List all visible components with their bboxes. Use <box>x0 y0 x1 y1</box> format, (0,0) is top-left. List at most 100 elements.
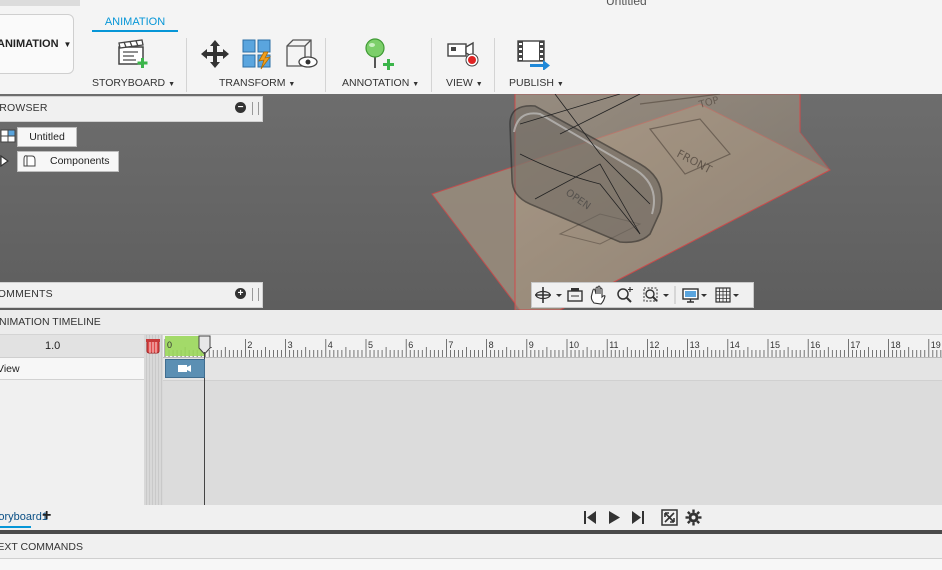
timeline-view-track[interactable]: View <box>0 358 144 380</box>
ruler-tick-label: 17 <box>850 340 861 350</box>
ruler-tick-label: 10 <box>569 340 580 350</box>
pan-icon[interactable] <box>590 285 606 305</box>
skip-to-start-icon[interactable] <box>582 510 598 528</box>
look-at-icon[interactable] <box>567 288 583 302</box>
chevron-down-icon: ▼ <box>556 81 564 88</box>
zoom-icon[interactable] <box>617 287 633 303</box>
ruler-tick-label: 4 <box>327 340 333 350</box>
new-storyboard-icon[interactable] <box>116 38 150 73</box>
chevron-down-icon: ▼ <box>63 39 72 49</box>
storyboard-group-label: STORYBOARD <box>92 77 166 89</box>
add-comment-icon[interactable]: + <box>235 288 246 299</box>
bottom-margin <box>0 559 942 570</box>
ruler-tick-label: 3 <box>287 340 293 350</box>
fit-window-icon[interactable] <box>643 287 669 302</box>
comments-panel-header[interactable]: COMMENTS + <box>0 282 263 308</box>
panel-grip-icon[interactable] <box>252 102 259 115</box>
browser-root-node[interactable]: Untitled <box>17 127 77 147</box>
ruler-tick-label: 16 <box>810 340 821 350</box>
grid-settings-icon[interactable] <box>715 287 739 303</box>
transform-group-label: TRANSFORM <box>219 77 286 89</box>
annotation-group-label: ANNOTATION <box>342 77 410 89</box>
timeline-scale-value[interactable]: 1.0 <box>45 340 60 352</box>
ruler-tick-label: 13 <box>689 340 700 350</box>
skip-to-end-icon[interactable] <box>630 510 646 528</box>
ruler-tick-label: 6 <box>408 340 414 350</box>
ruler-tick-label: 7 <box>448 340 454 350</box>
timeline-header: ANIMATION TIMELINE <box>0 310 942 335</box>
publish-video-icon[interactable] <box>516 38 552 73</box>
ruler-tick-label: 2 <box>247 340 253 350</box>
publish-group-label: PUBLISH <box>509 77 554 89</box>
view-group-label: VIEW <box>446 77 473 89</box>
ruler-tick-label: 12 <box>649 340 660 350</box>
comments-title: COMMENTS <box>0 288 53 300</box>
expand-arrow-icon[interactable] <box>0 154 10 168</box>
workspace-switcher-button[interactable]: ANIMATION ▼ <box>0 14 74 74</box>
toolbar-divider <box>186 38 187 92</box>
add-storyboard-button[interactable]: + <box>42 507 51 525</box>
transform-components-icon[interactable] <box>199 38 231 73</box>
collapse-icon[interactable]: − <box>235 102 246 113</box>
title-strip <box>0 0 942 8</box>
delete-keys-icon[interactable] <box>145 338 161 354</box>
storyboard-tab-underline <box>0 526 31 528</box>
browser-title: BROWSER <box>0 102 48 114</box>
ruler-labels: 012345678910111213141516171819 <box>163 335 942 357</box>
chevron-down-icon: ▼ <box>288 81 296 88</box>
browser-components-node[interactable]: Components <box>17 151 119 172</box>
toolbar-divider <box>325 38 326 92</box>
gear-icon[interactable] <box>685 509 702 529</box>
components-label: Components <box>50 155 110 167</box>
transform-group-menu[interactable]: TRANSFORM ▼ <box>219 77 295 89</box>
browser-panel-header[interactable]: BROWSER − <box>0 96 263 122</box>
timeline-splitter[interactable] <box>144 335 163 505</box>
ruler-tick-label: 14 <box>729 340 740 350</box>
window-title: Untitled <box>606 0 647 8</box>
components-icon <box>21 153 37 172</box>
ruler-tick-label: 18 <box>890 340 901 350</box>
record-view-icon[interactable] <box>446 38 480 73</box>
text-commands-title: TEXT COMMANDS <box>0 541 83 553</box>
timeline-title: ANIMATION TIMELINE <box>0 316 101 328</box>
storyboard-bar: Storyboard1 + <box>0 505 942 530</box>
canvas-viewport[interactable]: FRONT TOP OPEN <box>0 94 942 310</box>
ruler-tick-label: 11 <box>609 340 619 350</box>
ruler-tick-label: 0 <box>167 340 173 350</box>
timeline-view-lane[interactable] <box>163 357 942 381</box>
timeline-scale-row[interactable]: 1.0 <box>0 335 144 358</box>
chevron-down-icon: ▼ <box>168 81 175 88</box>
toolbar-divider <box>494 38 495 92</box>
view-group-menu[interactable]: VIEW ▼ <box>446 77 483 89</box>
publish-group-menu[interactable]: PUBLISH ▼ <box>509 77 564 89</box>
tab-animation[interactable]: ANIMATION <box>92 16 178 38</box>
auto-explode-icon[interactable] <box>240 38 274 73</box>
quick-access-bar[interactable] <box>0 0 80 6</box>
panel-grip-icon[interactable] <box>252 288 259 301</box>
storyboard-group-menu[interactable]: STORYBOARD ▼ <box>92 77 175 89</box>
callout-icon[interactable] <box>361 38 397 75</box>
storyboard-tab[interactable]: Storyboard1 <box>0 511 48 523</box>
play-icon[interactable] <box>607 510 621 528</box>
navigation-toolbar <box>531 282 754 308</box>
active-tab-underline <box>92 30 178 32</box>
text-commands-bar[interactable]: TEXT COMMANDS <box>0 534 942 559</box>
ruler-tick-label: 19 <box>930 340 941 350</box>
annotation-group-menu[interactable]: ANNOTATION ▼ <box>342 77 419 89</box>
chevron-down-icon: ▼ <box>475 81 483 88</box>
fit-timeline-icon[interactable] <box>661 509 678 529</box>
camera-keyframe-block[interactable] <box>165 359 205 378</box>
toolbar-divider <box>431 38 432 92</box>
ruler-tick-label: 5 <box>368 340 374 350</box>
display-settings-icon[interactable] <box>682 288 707 303</box>
view-track-label: View <box>0 363 20 375</box>
document-icon <box>0 127 18 147</box>
workspace-label: ANIMATION <box>0 38 59 50</box>
ruler-tick-label: 9 <box>528 340 534 350</box>
show-hide-icon[interactable] <box>283 38 319 73</box>
chevron-down-icon: ▼ <box>412 81 420 88</box>
camera-icon <box>178 365 191 372</box>
ruler-tick-label: 8 <box>488 340 494 350</box>
ruler-tick-label: 15 <box>770 340 781 350</box>
orbit-icon[interactable] <box>535 287 562 303</box>
